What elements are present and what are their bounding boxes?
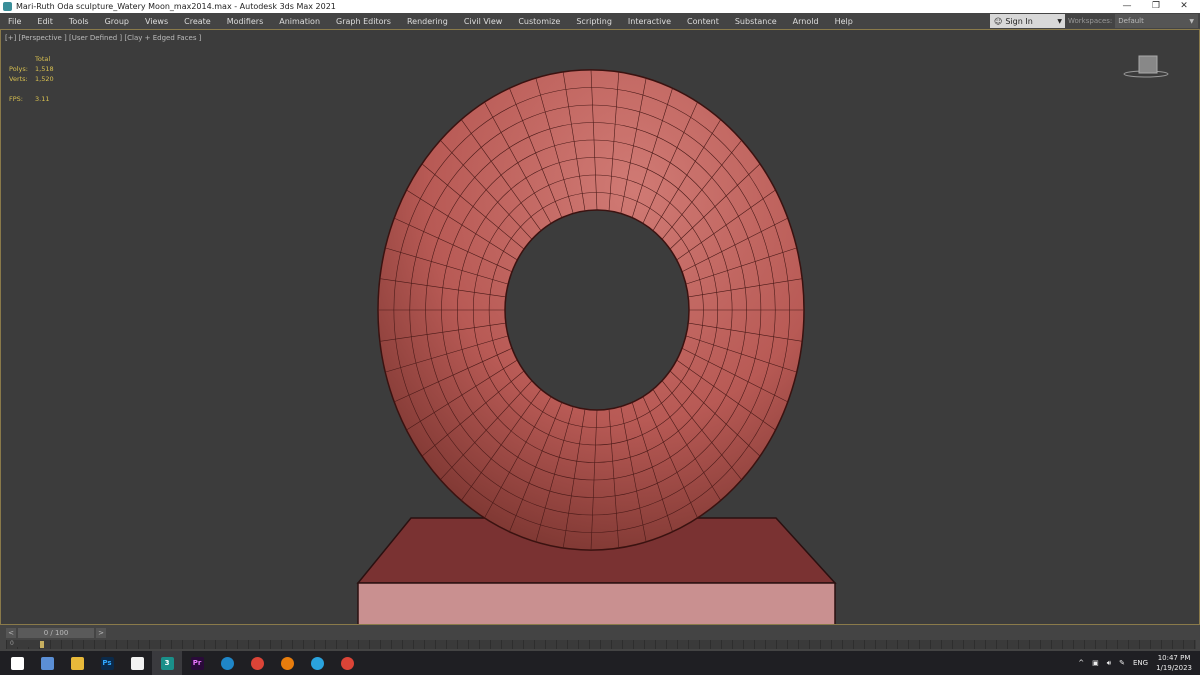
restore-button[interactable]: ❐ (1144, 0, 1168, 13)
timeline: < 0 / 100 > 0 (0, 625, 1200, 651)
close-button[interactable]: ✕ (1172, 0, 1196, 13)
photoshop-icon: Ps (100, 656, 114, 670)
window-title: Mari-Ruth Oda sculpture_Watery Moon_max2… (16, 2, 336, 11)
chrome-icon (250, 656, 264, 670)
taskbar-app-file-explorer[interactable] (62, 651, 92, 675)
edge-icon (220, 656, 234, 670)
menu-group[interactable]: Group (97, 17, 137, 26)
taskbar: Ps 3 Pr (0, 651, 1200, 675)
taskbar-app-photoshop[interactable]: Ps (92, 651, 122, 675)
windows-start-icon (10, 656, 24, 670)
language-indicator[interactable]: ENG (1133, 659, 1148, 667)
viewport-statistics: Total Polys: 1,518 Verts: 1,520 FPS: 3.11 (9, 54, 54, 104)
viewcube-icon[interactable] (1123, 54, 1169, 80)
telegram-icon (310, 656, 324, 670)
meet-now-icon[interactable]: ▣ (1092, 659, 1099, 667)
system-tray: ^ ▣ 🔊︎ ✎ ENG 10:47 PM 1/19/2023 (1078, 651, 1200, 675)
taskbar-app-edge[interactable] (212, 651, 242, 675)
verts-value: 1,520 (35, 75, 54, 83)
polys-value: 1,518 (35, 65, 54, 73)
taskbar-app-notepad[interactable] (122, 651, 152, 675)
workspace-select[interactable]: Default ▼ (1115, 14, 1198, 28)
menu-graph-editors[interactable]: Graph Editors (328, 17, 399, 26)
workspaces-label: Workspaces: (1068, 17, 1113, 25)
ruler-label: 0 (10, 640, 40, 647)
dropdown-arrow-icon: ▼ (1057, 17, 1062, 25)
workspace-value: Default (1118, 17, 1144, 25)
menu-animation[interactable]: Animation (271, 17, 328, 26)
menu-arnold[interactable]: Arnold (785, 17, 827, 26)
taskbar-app-chrome[interactable] (332, 651, 362, 675)
menu-help[interactable]: Help (827, 17, 861, 26)
menu-rendering[interactable]: Rendering (399, 17, 456, 26)
blender-icon (280, 656, 294, 670)
menu-interactive[interactable]: Interactive (620, 17, 679, 26)
scene-canvas[interactable] (1, 30, 1199, 624)
user-icon: ☺ (994, 16, 1003, 26)
menu-edit[interactable]: Edit (29, 17, 61, 26)
taskbar-app-telegram[interactable] (302, 651, 332, 675)
menu-scripting[interactable]: Scripting (568, 17, 620, 26)
minimize-button[interactable]: — (1115, 0, 1139, 13)
menu-modifiers[interactable]: Modifiers (219, 17, 272, 26)
notepad-icon (130, 656, 144, 670)
date: 1/19/2023 (1156, 664, 1192, 672)
time: 10:47 PM (1157, 654, 1191, 662)
menu-customize[interactable]: Customize (510, 17, 568, 26)
chrome-icon (340, 656, 354, 670)
next-frame-button[interactable]: > (96, 628, 106, 638)
premiere-icon: Pr (190, 656, 204, 670)
perspective-viewport[interactable]: [+] [Perspective ] [User Defined ] [Clay… (0, 29, 1200, 625)
3ds-max-app-icon (3, 2, 12, 11)
taskbar-app-premiere[interactable]: Pr (182, 651, 212, 675)
sign-in-button[interactable]: ☺ Sign In ▼ (990, 14, 1065, 28)
menu-substance[interactable]: Substance (727, 17, 785, 26)
menu-file[interactable]: File (0, 17, 29, 26)
verts-label: Verts: (9, 75, 28, 83)
sign-in-label: Sign In (1005, 16, 1033, 26)
volume-icon[interactable]: 🔊︎ (1107, 659, 1111, 668)
menu-content[interactable]: Content (679, 17, 727, 26)
3ds-max-icon: 3 (160, 656, 174, 670)
chevron-up-icon[interactable]: ^ (1078, 659, 1084, 667)
polys-label: Polys: (9, 65, 28, 73)
stats-header: Total (35, 55, 51, 63)
title-bar: Mari-Ruth Oda sculpture_Watery Moon_max2… (0, 0, 1200, 13)
taskbar-app-3ds-max[interactable]: 3 (152, 651, 182, 675)
fps-label: FPS: (9, 95, 23, 103)
pedestal-front[interactable] (357, 582, 836, 624)
taskbar-app-windows-start[interactable] (2, 651, 32, 675)
taskbar-app-blender[interactable] (272, 651, 302, 675)
menu-views[interactable]: Views (137, 17, 176, 26)
calculator-icon (40, 656, 54, 670)
taskbar-app-calculator[interactable] (32, 651, 62, 675)
current-frame-marker[interactable] (40, 641, 44, 648)
fps-value: 3.11 (35, 95, 50, 103)
viewport-label[interactable]: [+] [Perspective ] [User Defined ] [Clay… (5, 34, 201, 42)
menu-tools[interactable]: Tools (61, 17, 97, 26)
prev-frame-button[interactable]: < (6, 628, 16, 638)
taskbar-app-chrome[interactable] (242, 651, 272, 675)
frame-counter[interactable]: 0 / 100 (18, 628, 94, 638)
track-bar[interactable]: 0 (6, 640, 1196, 649)
file-explorer-icon (70, 656, 84, 670)
menu-create[interactable]: Create (176, 17, 219, 26)
pen-icon[interactable]: ✎ (1119, 659, 1125, 667)
clock[interactable]: 10:47 PM 1/19/2023 (1156, 653, 1192, 673)
menu-civil-view[interactable]: Civil View (456, 17, 511, 26)
dropdown-arrow-icon: ▼ (1189, 17, 1194, 25)
time-slider[interactable]: < 0 / 100 > (6, 628, 106, 638)
workspaces: Workspaces: Default ▼ (1068, 14, 1198, 28)
